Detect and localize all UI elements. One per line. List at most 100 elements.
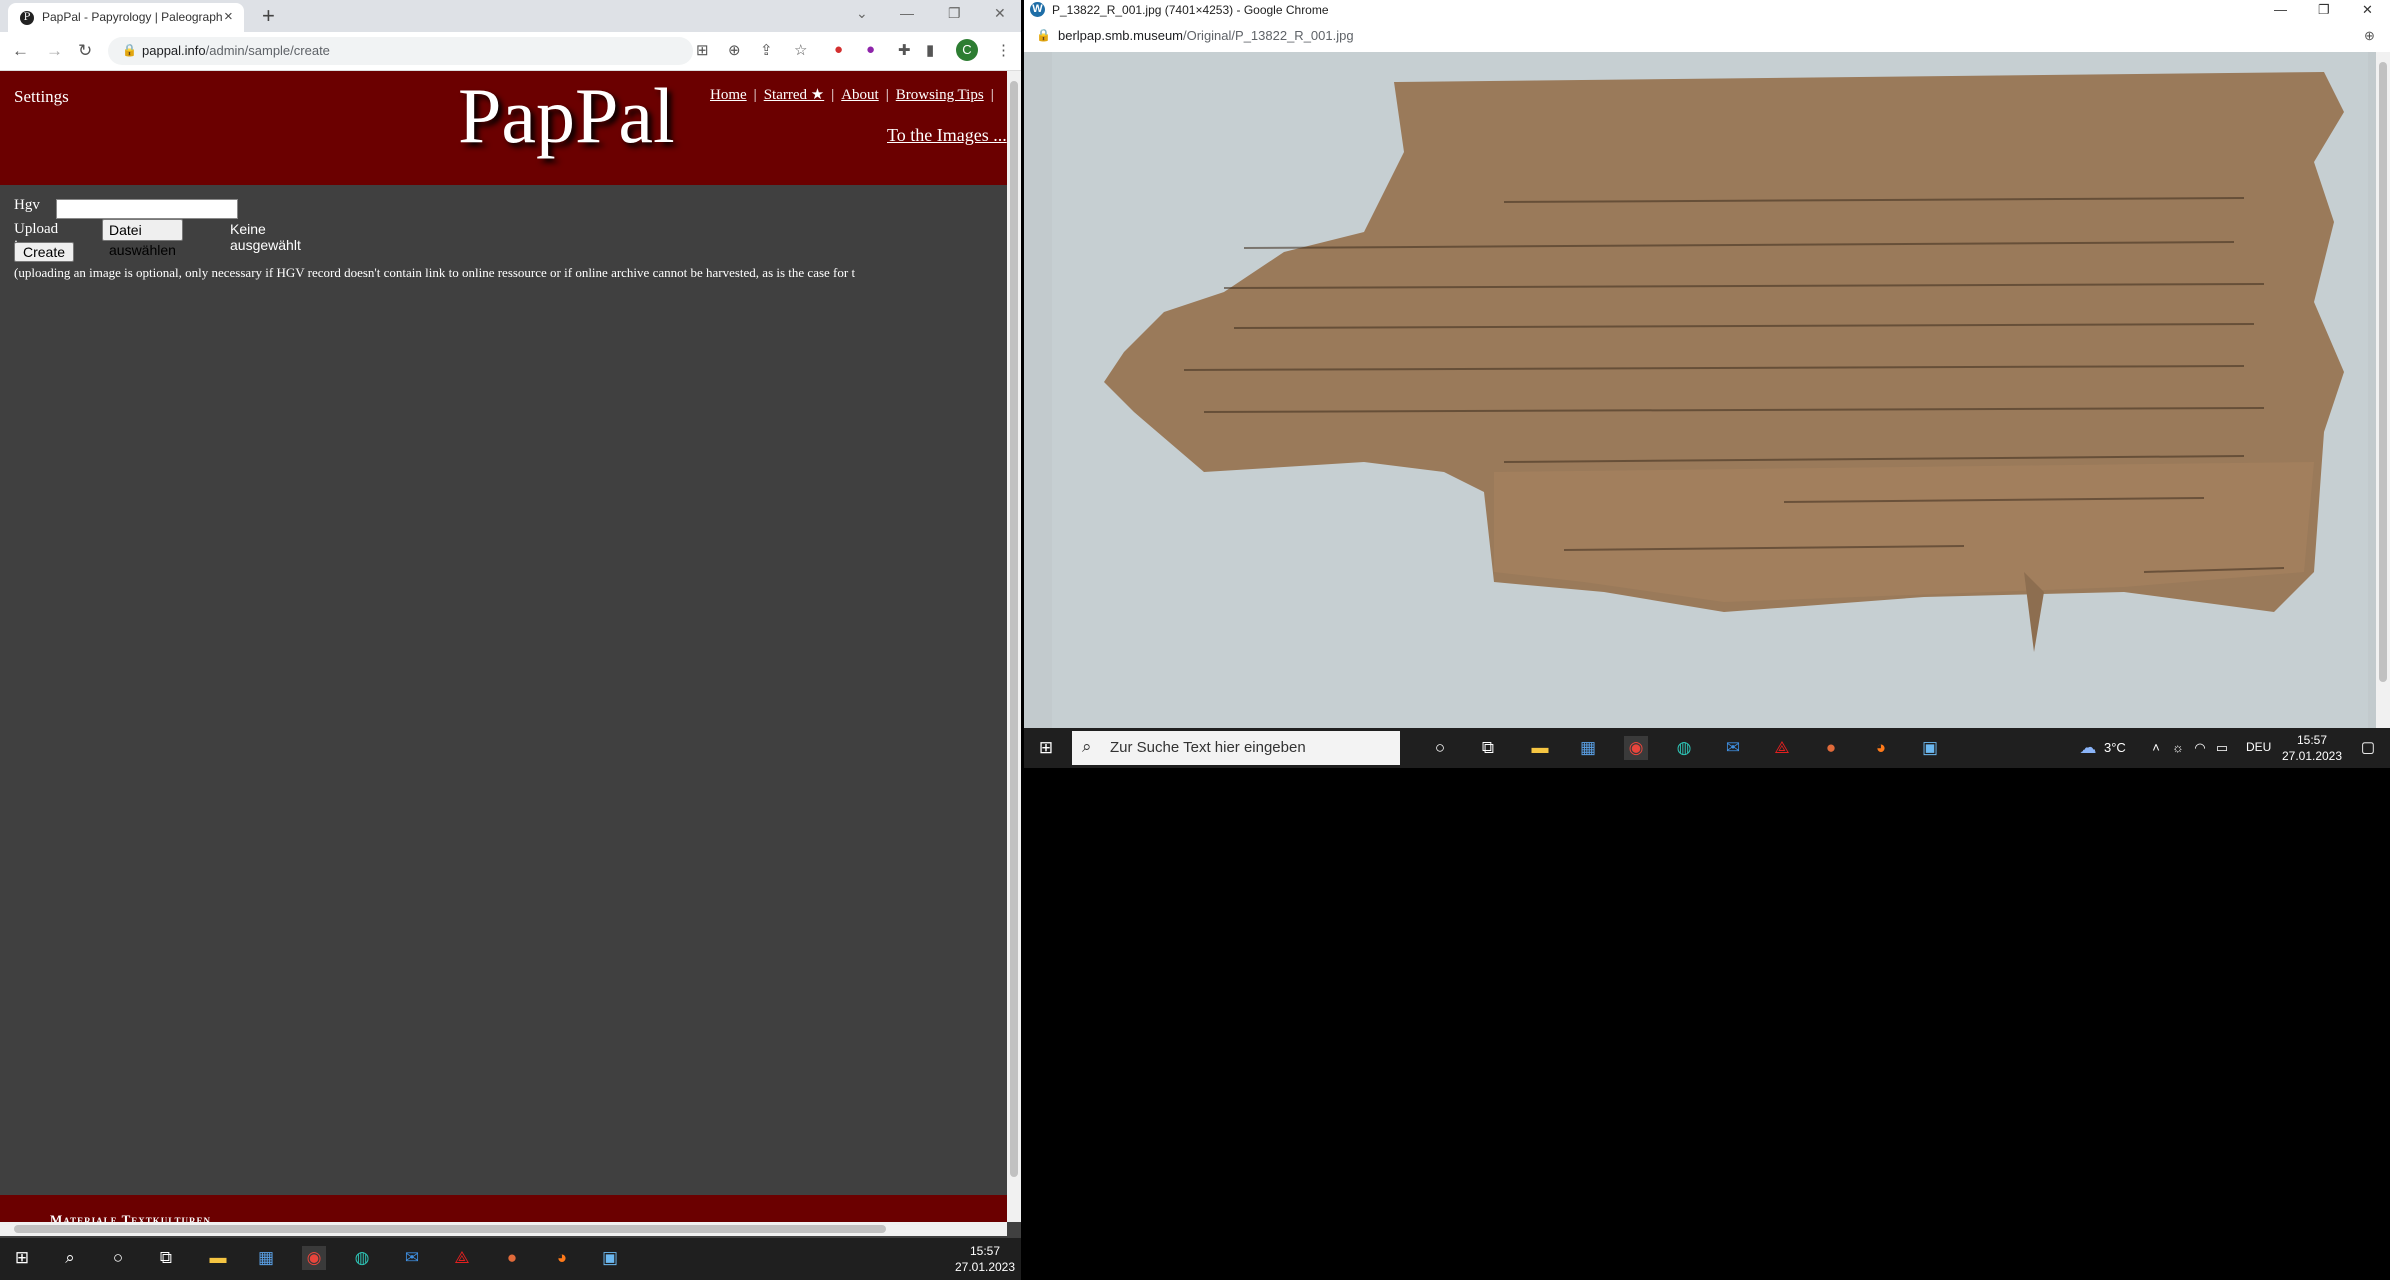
right-zoom-icon[interactable]: ⊕ [2364,28,2375,44]
right-taskbar: ⊞ ⌕ Zur Suche Text hier eingeben ○ ⧉ ▬ ▦… [1024,728,2390,768]
close-window-icon[interactable]: ✕ [994,5,1006,22]
site-logo[interactable]: PapPal [458,71,675,161]
tray-chevron-icon[interactable]: ˄ [2144,736,2168,760]
left-mail-icon[interactable]: ✉ [400,1246,424,1270]
papyrus-image-viewer[interactable] [1024,52,2376,728]
left-powerpoint-icon[interactable]: ● [500,1246,524,1270]
taskbar-search-placeholder: Zur Suche Text hier eingeben [1110,739,1306,756]
taskbar-right-clock[interactable]: 15:57 27.01.2023 [2278,732,2346,764]
nav-browsing-tips[interactable]: Browsing Tips [896,87,984,103]
right-title-bar: W P_13822_R_001.jpg (7401×4253) - Google… [1024,0,2390,22]
url-text: pappal.info/admin/sample/create [142,43,330,58]
left-edge-icon[interactable]: ◍ [350,1246,374,1270]
tab-close-icon[interactable]: × [224,8,233,25]
weather-temperature[interactable]: 3°C [2104,740,2126,755]
powerpoint-icon[interactable]: ● [1819,736,1843,760]
photos-icon[interactable]: ▣ [1918,736,1942,760]
site-footer: Materiale Textkulturen [0,1195,1007,1227]
papyrus-image [1052,52,2368,728]
left-chrome-icon[interactable]: ◉ [302,1246,326,1270]
nav-home[interactable]: Home [710,87,747,103]
taskbar-left-clock[interactable]: 15:57 27.01.2023 [952,1243,1018,1275]
language-indicator[interactable]: DEU [2246,740,2271,754]
left-firefox-icon[interactable]: ◕ [550,1246,574,1270]
search-icon: ⌕ [1082,737,1092,756]
share-icon[interactable]: ⇪ [760,41,773,59]
left-clock-time: 15:57 [969,1244,1001,1258]
zoom-icon[interactable]: ⊕ [728,41,741,59]
right-url-text: berlpap.smb.museum/Original/P_13822_R_00… [1058,28,1354,43]
left-search-icon[interactable]: ⌕ [58,1246,82,1270]
store-icon[interactable]: ▦ [1576,736,1600,760]
file-status: Keine ausgewählt [230,221,301,253]
vertical-scroll-thumb[interactable] [1010,81,1018,1177]
chrome-icon[interactable]: ◉ [1624,736,1648,760]
site-header: Settings PapPal Home | Starred ★ | About | Bro… [0,71,1007,185]
left-taskbar: ⊞ ⌕ ○ ⧉ ▬ ▦ ◉ ◍ ✉ ⟁ ● ◕ ▣ 15:57 27.01.20… [0,1238,1021,1280]
lock-icon: 🔒 [122,43,137,57]
mail-icon[interactable]: ✉ [1721,736,1745,760]
right-restore-icon[interactable]: ❐ [2318,2,2330,18]
left-task-view-icon[interactable]: ⧉ [154,1246,178,1270]
file-explorer-icon[interactable]: ▬ [1528,736,1552,760]
left-file-explorer-icon[interactable]: ▬ [206,1246,230,1270]
new-tab-icon[interactable]: + [262,3,275,29]
left-cortana-icon[interactable]: ○ [106,1246,130,1270]
omnibox[interactable]: 🔒 pappal.info/admin/sample/create [108,37,693,65]
left-windows-start-icon[interactable]: ⊞ [10,1246,34,1270]
wordpress-favicon-icon: W [1030,2,1045,17]
restore-icon[interactable]: ❐ [948,5,961,22]
hgv-input[interactable] [56,199,238,219]
menu-dots-icon[interactable]: ⋮ [996,41,1011,59]
right-close-icon[interactable]: ✕ [2362,2,2373,18]
to-images-link[interactable]: To the Images ... [887,125,1007,146]
left-photos-icon[interactable]: ▣ [598,1246,622,1270]
left-store-icon[interactable]: ▦ [254,1246,278,1270]
extension-purple-icon[interactable]: ● [866,41,875,58]
task-view-icon[interactable]: ⧉ [1476,736,1500,760]
hgv-label: Hgv [14,197,40,213]
back-icon[interactable]: ← [12,41,29,61]
settings-link[interactable]: Settings [14,87,69,107]
left-acrobat-icon[interactable]: ⟁ [450,1246,474,1270]
right-scroll-thumb[interactable] [2379,62,2387,682]
wifi-icon[interactable]: ◠ [2188,736,2212,760]
right-clock-date: 27.01.2023 [2281,749,2343,763]
reload-icon[interactable]: ↻ [78,41,92,61]
cortana-icon[interactable]: ○ [1428,736,1452,760]
tab-search-icon[interactable]: ⌄ [856,5,868,22]
horizontal-scrollbar[interactable] [0,1222,1007,1236]
create-sample-form: Hgv Upload image Datei auswählen Keine a… [14,197,855,280]
forward-icon[interactable]: → [46,41,63,61]
translate-icon[interactable]: ⊞ [696,41,709,59]
right-address-bar[interactable]: 🔒 berlpap.smb.museum/Original/P_13822_R_… [1024,22,2390,53]
network-icon[interactable]: ☼ [2166,736,2190,760]
address-bar-row: ← → ↻ 🔒 pappal.info/admin/sample/create … [0,32,1021,71]
tab-pappal[interactable]: P PapPal - Papyrology | Paleograph × [8,3,244,32]
horizontal-scroll-thumb[interactable] [14,1225,886,1233]
choose-file-button[interactable]: Datei auswählen [102,219,183,258]
right-minimize-icon[interactable]: — [2274,2,2287,17]
battery-icon[interactable]: ▭ [2210,736,2234,760]
profile-avatar[interactable]: C [956,39,978,61]
acrobat-icon[interactable]: ⟁ [1770,736,1794,760]
left-browser-window: P PapPal - Papyrology | Paleograph × + ⌄… [0,0,1021,1252]
bookmark-star-icon[interactable]: ☆ [794,41,807,59]
pappal-favicon-icon: P [20,11,34,25]
taskbar-search-box[interactable]: ⌕ Zur Suche Text hier eingeben [1072,731,1400,765]
top-navigation: Home | Starred ★ | About | Browsing Tips | [710,87,994,103]
firefox-icon[interactable]: ◕ [1869,736,1893,760]
side-panel-icon[interactable]: ▮ [926,41,934,59]
right-vertical-scrollbar[interactable] [2376,52,2390,728]
create-button[interactable]: Create [14,242,75,262]
notification-icon[interactable]: ▢ [2356,736,2380,760]
tab-strip: P PapPal - Papyrology | Paleograph × + ⌄… [0,0,1021,32]
edge-icon[interactable]: ◍ [1672,736,1696,760]
vertical-scrollbar[interactable] [1007,71,1021,1222]
extension-red-icon[interactable]: ● [834,41,843,58]
windows-start-icon[interactable]: ⊞ [1034,736,1058,760]
nav-starred[interactable]: Starred ★ [764,87,825,103]
minimize-icon[interactable]: — [900,5,914,21]
nav-about[interactable]: About [841,87,879,103]
extensions-puzzle-icon[interactable]: ✚ [898,41,911,59]
